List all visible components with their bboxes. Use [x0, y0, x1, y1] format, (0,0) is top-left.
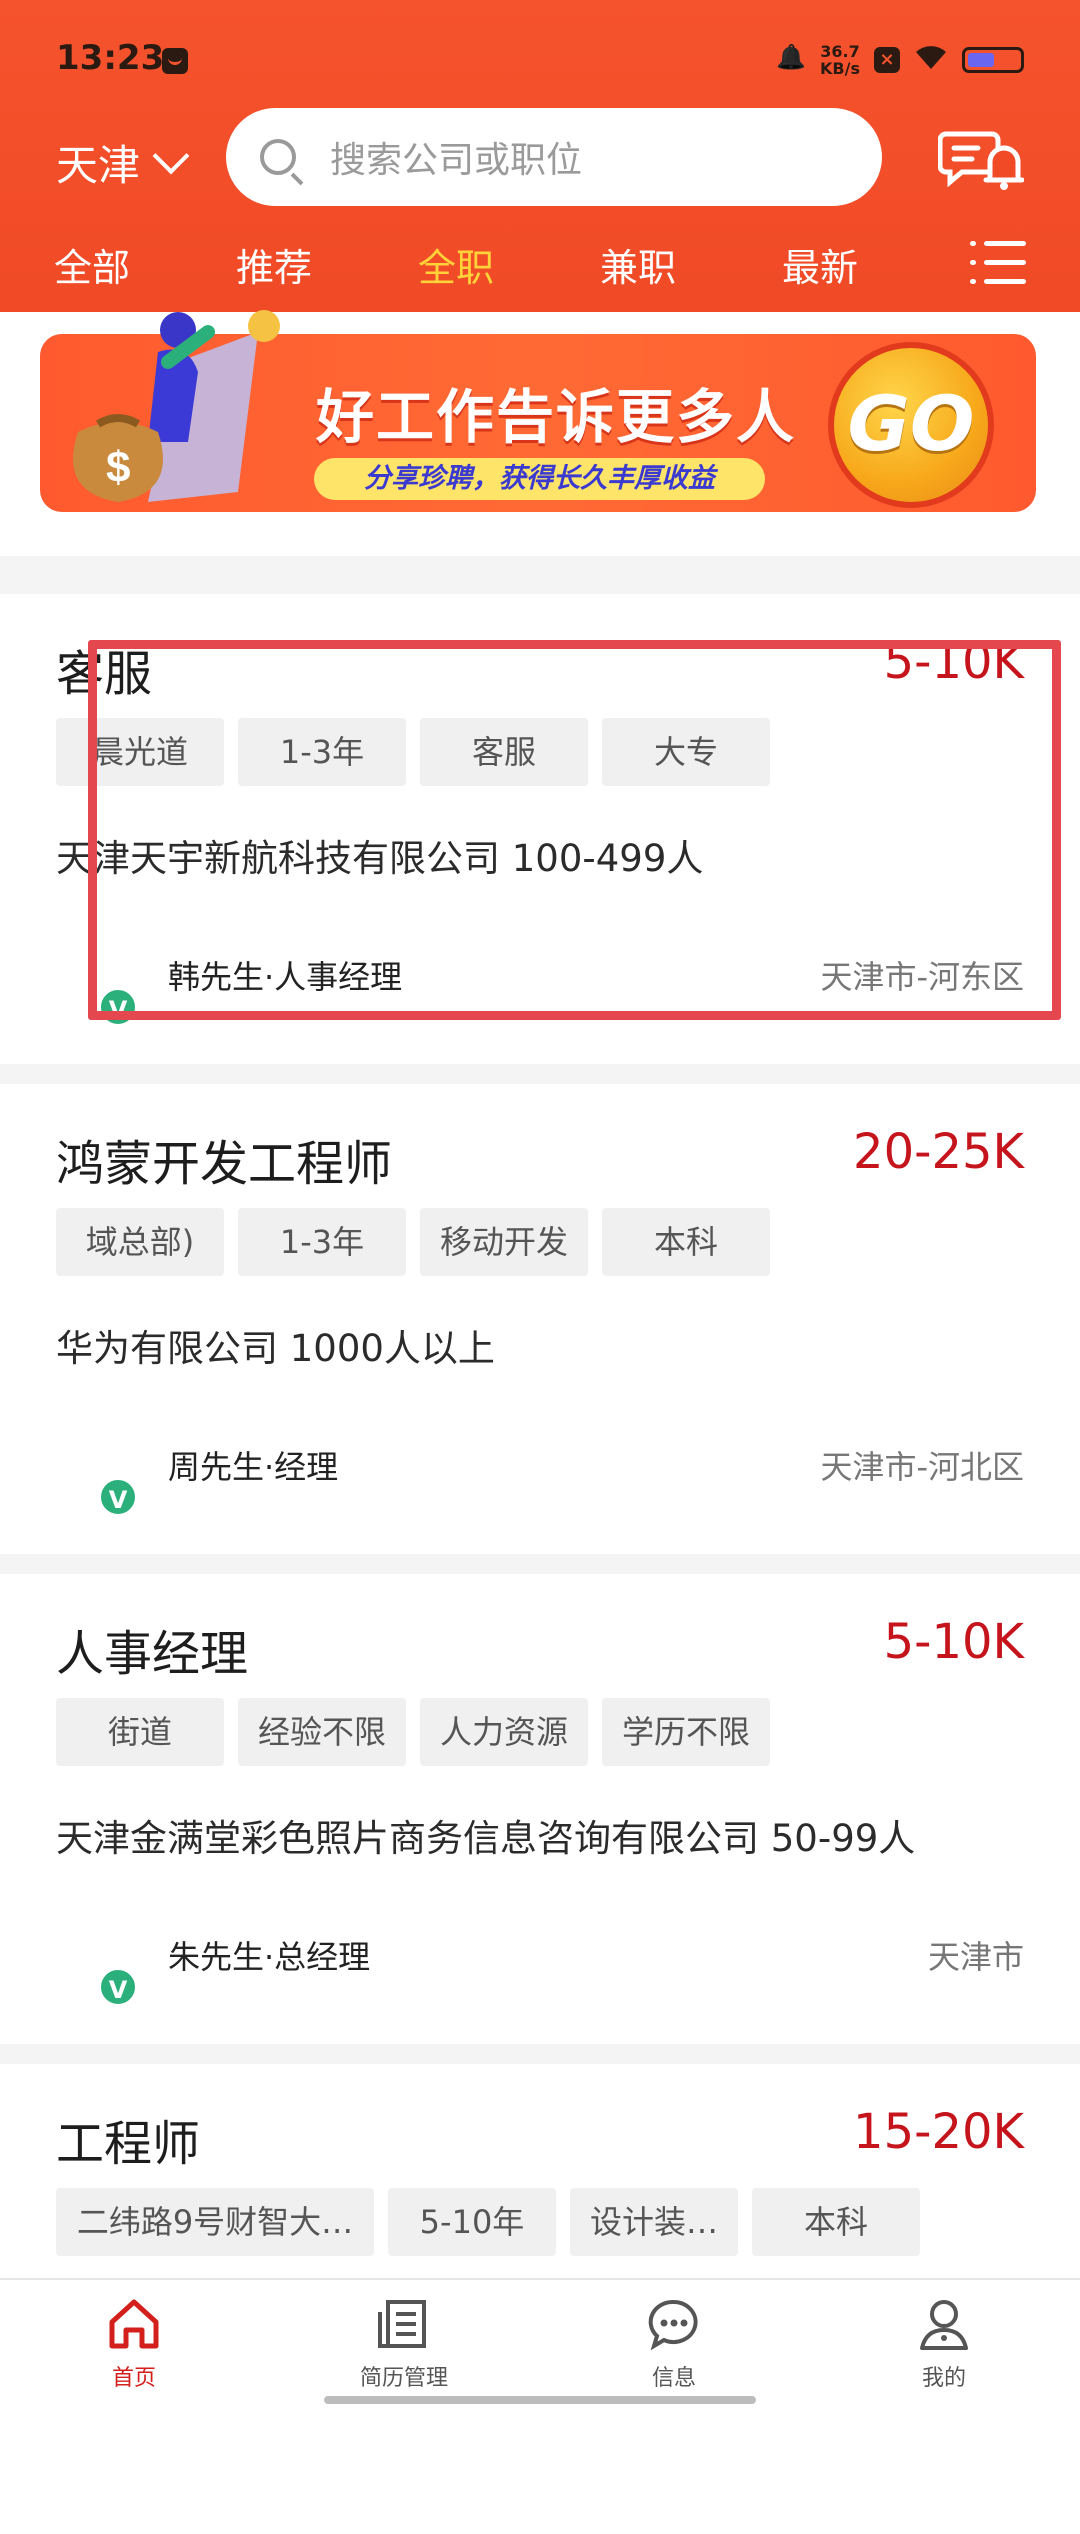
nav-home[interactable]: 首页 [44, 2294, 224, 2392]
job-salary: 20-25K [853, 1124, 1024, 1180]
resume-doc-icon [378, 2300, 426, 2348]
network-speed: 36.7 KB/s [820, 42, 860, 78]
selection-highlight-box [88, 640, 1061, 1020]
notification-icon [162, 48, 188, 74]
verified-badge-icon: V [98, 1477, 138, 1517]
search-placeholder: 搜索公司或职位 [330, 140, 583, 181]
job-salary: 5-10K [883, 1614, 1024, 1670]
job-title: 人事经理 [56, 1626, 249, 1682]
nav-profile-label: 我的 [921, 2366, 966, 2391]
tab-recommended[interactable]: 推荐 [236, 237, 312, 292]
battery-icon [962, 47, 1024, 73]
job-title: 鸿蒙开发工程师 [56, 1136, 393, 1192]
job-tag: 域总部) [56, 1208, 224, 1276]
city-selector[interactable]: 天津 [56, 132, 190, 193]
tab-part-time[interactable]: 兼职 [600, 237, 676, 292]
job-title: 工程师 [56, 2116, 201, 2172]
message-bell-icon[interactable] [938, 124, 1024, 194]
banner-title: 好工作告诉更多人 [316, 383, 797, 451]
search-input[interactable]: 搜索公司或职位 [226, 108, 882, 206]
job-company: 天津金满堂彩色照片商务信息咨询有限公司 50-99人 [56, 1817, 916, 1860]
nav-profile[interactable]: 我的 [854, 2294, 1034, 2392]
chevron-down-icon [152, 137, 190, 174]
job-tags: 街道 经验不限 人力资源 学历不限 [56, 1698, 770, 1766]
bottom-nav: 首页 简历管理 信息 我的 [0, 2278, 1080, 2410]
job-tags: 二纬路9号财智大… 5-10年 设计装… 本科 [56, 2188, 920, 2256]
nav-resume-label: 简历管理 [359, 2366, 448, 2391]
nav-messages[interactable]: 信息 [584, 2294, 764, 2392]
job-tag: 本科 [752, 2188, 920, 2256]
home-indicator[interactable] [324, 2396, 756, 2404]
status-time: 13:23 [56, 38, 165, 78]
promo-section: 好工作告诉更多人 分享珍聘，获得长久丰厚收益 GO $ [0, 310, 1080, 556]
recruiter-name: 周先生·经理 [168, 1448, 339, 1486]
city-label: 天津 [56, 141, 141, 190]
job-tag: 街道 [56, 1698, 224, 1766]
verified-badge-icon: V [98, 1967, 138, 2007]
user-profile-icon [920, 2300, 968, 2350]
tab-latest[interactable]: 最新 [782, 237, 858, 292]
job-card[interactable]: 人事经理 5-10K 街道 经验不限 人力资源 学历不限 天津金满堂彩色照片商务… [0, 1574, 1080, 2044]
job-tag: 1-3年 [238, 1208, 406, 1276]
mute-icon [776, 45, 806, 75]
search-icon [260, 139, 296, 175]
job-location: 天津市 [927, 1938, 1024, 1976]
job-tag: 人力资源 [420, 1698, 588, 1766]
home-icon [109, 2299, 159, 2349]
recruiter-name: 朱先生·总经理 [168, 1938, 371, 1976]
job-company: 华为有限公司 1000人以上 [56, 1327, 495, 1370]
sim-off-icon: × [874, 47, 900, 73]
nav-resume[interactable]: 简历管理 [314, 2294, 494, 2392]
svg-text:$: $ [106, 443, 130, 492]
tab-all[interactable]: 全部 [54, 237, 130, 292]
wifi-icon [914, 43, 948, 77]
status-bar: 13:23 36.7 KB/s × [0, 0, 1080, 118]
nav-home-label: 首页 [111, 2366, 156, 2391]
job-location: 天津市-河北区 [820, 1448, 1024, 1486]
job-tag: 本科 [602, 1208, 770, 1276]
chat-bubble-icon [648, 2299, 698, 2351]
job-salary: 15-20K [853, 2104, 1024, 2160]
category-tabs: 全部 推荐 全职 兼职 最新 [0, 215, 1080, 312]
tab-full-time[interactable]: 全职 [418, 237, 494, 292]
job-tags: 域总部) 1-3年 移动开发 本科 [56, 1208, 770, 1276]
job-tag: 经验不限 [238, 1698, 406, 1766]
banner-subtitle: 分享珍聘，获得长久丰厚收益 [314, 458, 765, 500]
go-button[interactable]: GO [828, 342, 994, 508]
job-tag: 5-10年 [388, 2188, 556, 2256]
menu-list-icon[interactable] [970, 241, 1026, 285]
nav-messages-label: 信息 [651, 2366, 696, 2391]
money-bag-illustration-icon: $ [73, 310, 280, 502]
header-bar: 13:23 36.7 KB/s × 天津 搜索公司或职位 全部 推 [0, 0, 1080, 312]
job-tag: 二纬路9号财智大… [56, 2188, 374, 2256]
job-tag: 移动开发 [420, 1208, 588, 1276]
job-card[interactable]: 鸿蒙开发工程师 20-25K 域总部) 1-3年 移动开发 本科 华为有限公司 … [0, 1084, 1080, 1554]
job-tag: 设计装… [570, 2188, 738, 2256]
job-tag: 学历不限 [602, 1698, 770, 1766]
